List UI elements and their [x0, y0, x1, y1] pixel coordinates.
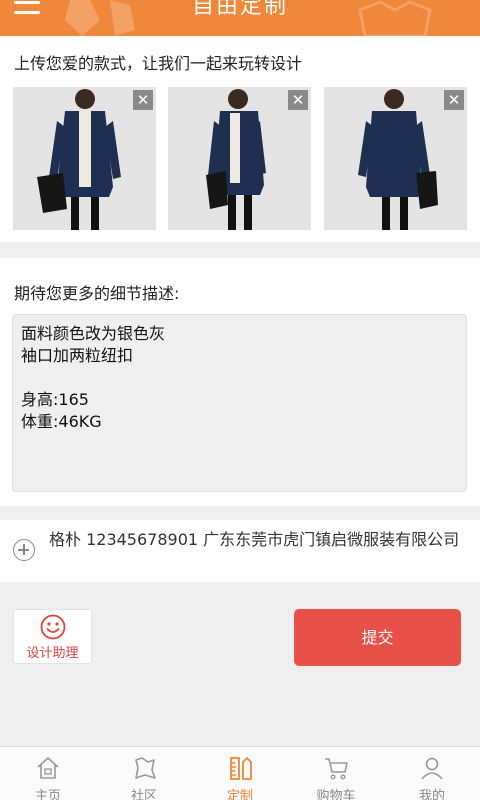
submit-button[interactable]: 提交	[294, 609, 461, 666]
user-icon	[421, 757, 443, 780]
description-section: 期待您更多的细节描述: 面料颜色改为银色灰 袖口加两粒纽扣 身高:165 体重:…	[0, 258, 480, 506]
description-line: 体重:46KG	[21, 412, 102, 431]
description-textarea[interactable]: 面料颜色改为银色灰 袖口加两粒纽扣 身高:165 体重:46KG	[12, 314, 467, 492]
upload-section: 上传您爱的款式，让我们一起来玩转设计 ✕ ✕ ✕	[0, 36, 480, 242]
nav-item-profile[interactable]: 我的	[384, 747, 480, 800]
uploaded-image-1[interactable]: ✕	[13, 87, 156, 230]
ruler-icon	[230, 756, 252, 780]
bottom-nav: 主页 社区 定制 购物车 我的	[0, 746, 480, 800]
description-label: 期待您更多的细节描述:	[14, 284, 180, 303]
cart-icon	[325, 758, 348, 780]
nav-label: 主页	[34, 789, 61, 800]
address-text: 格朴 12345678901 广东东莞市虎门镇启微服装有限公司	[49, 530, 460, 549]
description-line: 袖口加两粒纽扣	[21, 346, 134, 365]
nav-item-customize[interactable]: 定制	[192, 747, 288, 800]
upload-prompt: 上传您爱的款式，让我们一起来玩转设计	[14, 54, 303, 73]
home-icon	[37, 756, 59, 779]
add-circle-icon	[13, 539, 35, 561]
nav-item-home[interactable]: 主页	[0, 747, 96, 800]
community-icon	[135, 757, 156, 779]
nav-label: 定制	[226, 789, 253, 800]
page-title: 自由定制	[191, 0, 288, 19]
app-header: 自由定制	[0, 0, 480, 36]
uploaded-image-3[interactable]: ✕	[324, 87, 467, 230]
description-line: 身高:165	[21, 390, 89, 409]
nav-item-cart[interactable]: 购物车	[288, 747, 384, 800]
description-line	[21, 367, 458, 389]
nav-item-community[interactable]: 社区	[96, 747, 192, 800]
remove-image-2-button[interactable]: ✕	[288, 90, 308, 110]
description-line: 面料颜色改为银色灰	[21, 324, 166, 343]
remove-image-3-button[interactable]: ✕	[444, 90, 464, 110]
design-assistant-button[interactable]: 设计助理	[13, 609, 92, 664]
nav-label: 社区	[130, 789, 157, 800]
smiley-icon	[40, 614, 66, 640]
remove-image-1-button[interactable]: ✕	[133, 90, 153, 110]
uploaded-image-2[interactable]: ✕	[168, 87, 311, 230]
nav-label: 我的	[418, 789, 445, 800]
design-assistant-label: 设计助理	[26, 646, 79, 661]
address-row[interactable]: 格朴 12345678901 广东东莞市虎门镇启微服装有限公司	[0, 520, 480, 582]
nav-label: 购物车	[316, 789, 356, 800]
